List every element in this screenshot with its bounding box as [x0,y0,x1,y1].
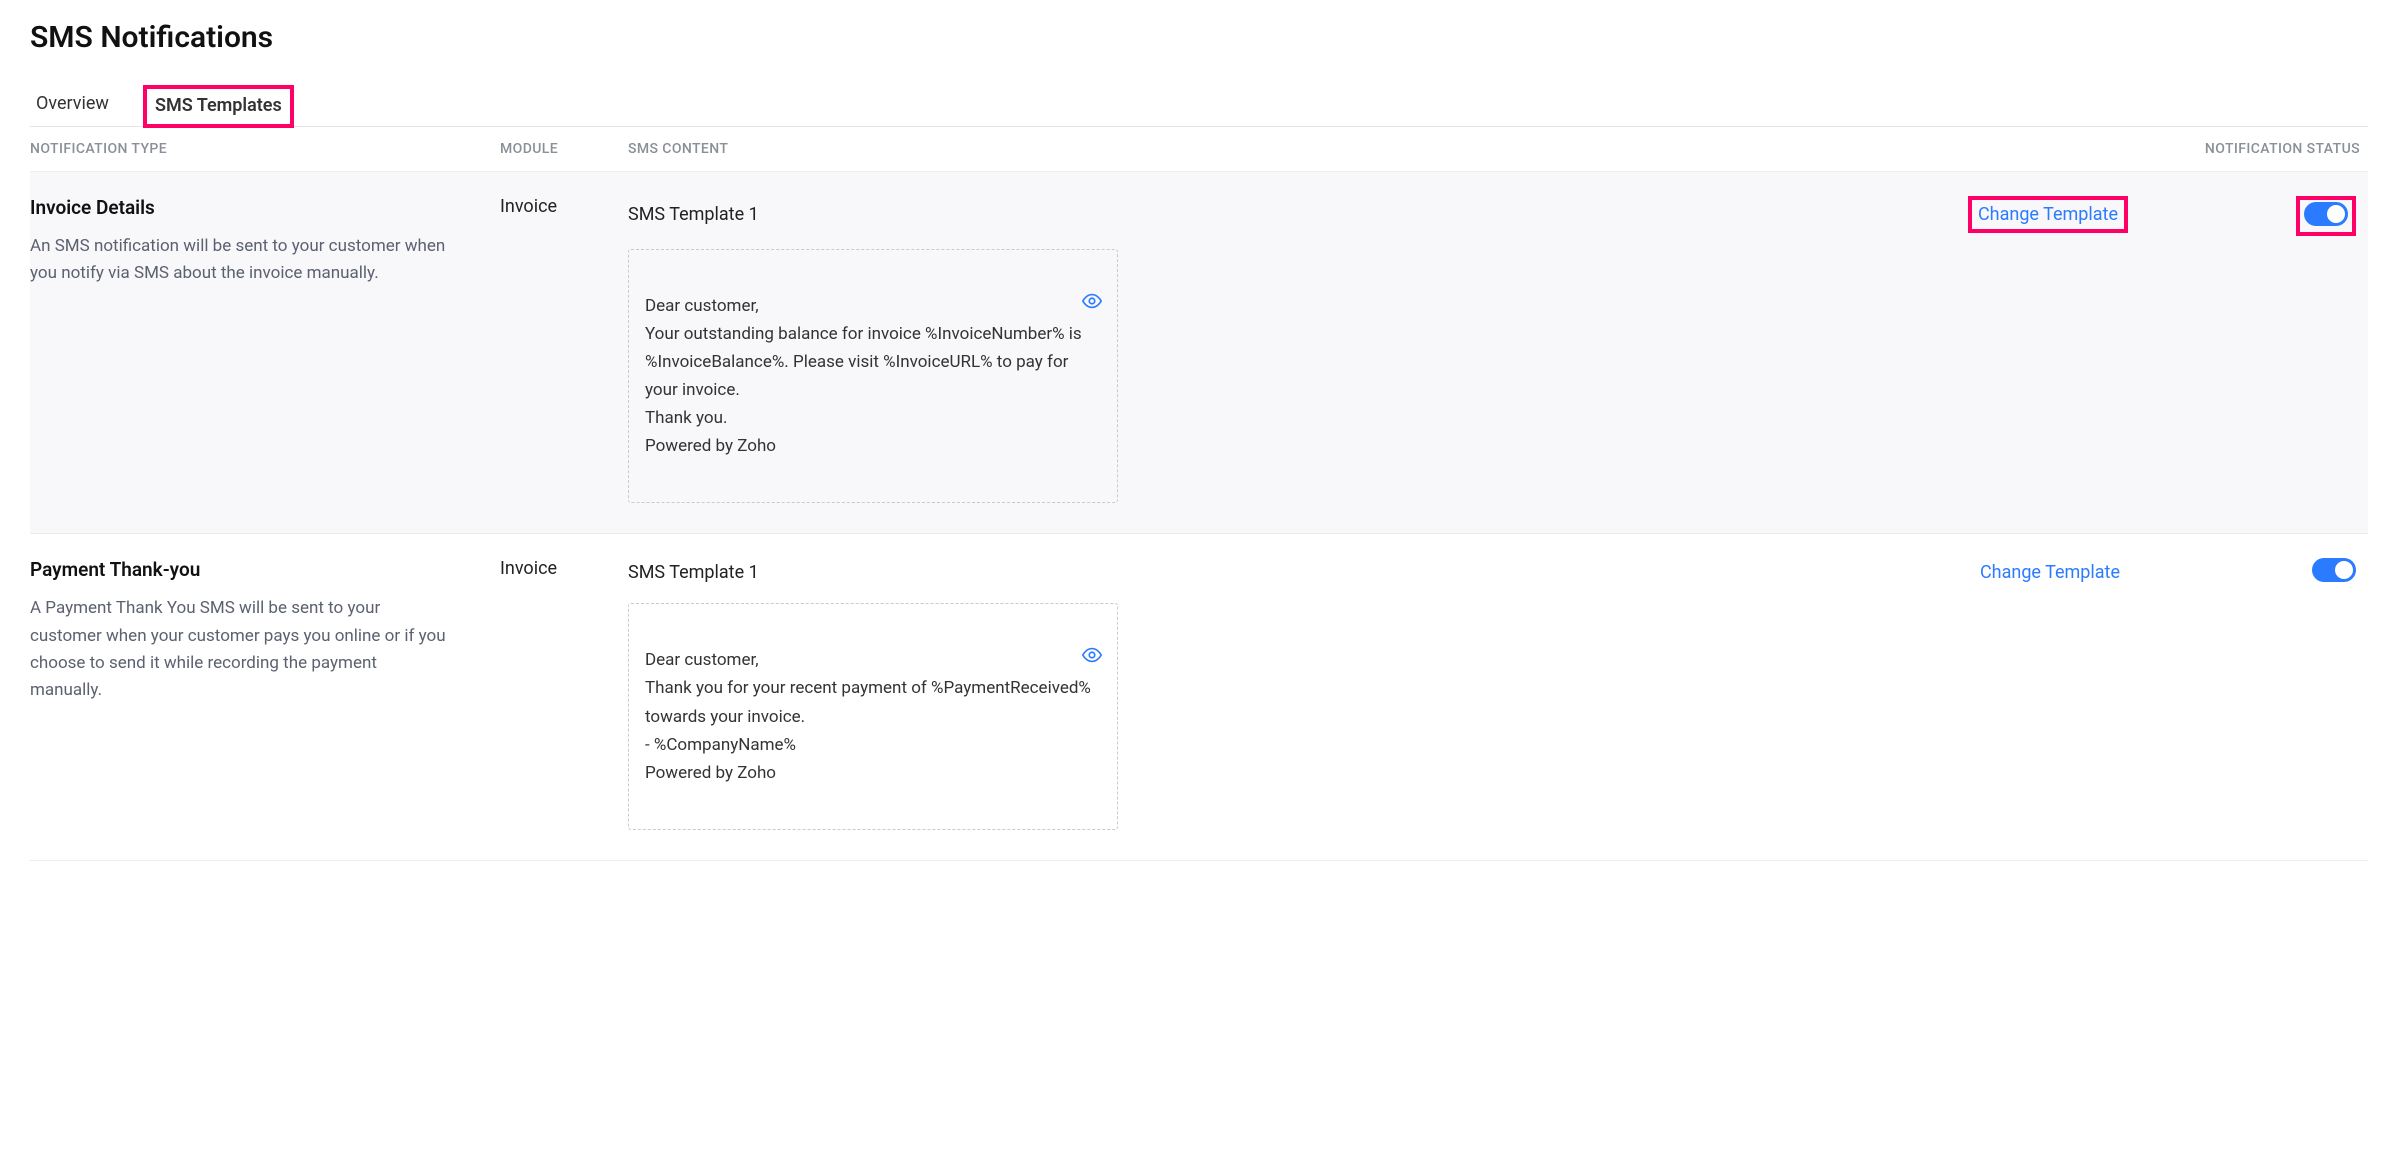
notification-type-cell: Invoice Details An SMS notification will… [30,196,500,503]
preview-icon[interactable] [1081,616,1103,638]
notification-title: Payment Thank-you [30,558,500,581]
template-name: SMS Template 1 [628,204,759,225]
sms-template-body: Dear customer, Your outstanding balance … [628,249,1118,503]
status-cell [2168,196,2368,503]
sms-notifications-page: SMS Notifications Overview SMS Templates… [0,0,2398,901]
sms-body-text: Dear customer, Your outstanding balance … [645,296,1082,456]
module-label: Invoice [500,558,557,579]
notification-description: A Payment Thank You SMS will be sent to … [30,595,500,704]
tab-sms-templates[interactable]: SMS Templates [155,95,282,116]
module-label: Invoice [500,196,557,217]
notification-type-cell: Payment Thank-you A Payment Thank You SM… [30,558,500,829]
header-notification-type: NOTIFICATION TYPE [30,141,500,157]
status-toggle-wrap [2312,558,2356,586]
change-template-link[interactable]: Change Template [1972,558,2128,587]
page-title: SMS Notifications [30,20,2368,55]
tab-overview[interactable]: Overview [30,83,115,126]
sms-body-text: Dear customer, Thank you for your recent… [645,650,1091,782]
table-header: NOTIFICATION TYPE MODULE SMS CONTENT NOT… [30,127,2368,172]
sms-content-cell: SMS Template 1 Change Template Dear cust… [628,196,2168,503]
template-name: SMS Template 1 [628,562,759,583]
status-toggle[interactable] [2312,558,2356,582]
highlight-sms-templates-tab: SMS Templates [143,85,294,128]
sms-template-body: Dear customer, Thank you for your recent… [628,603,1118,829]
header-module: MODULE [500,141,628,157]
status-toggle[interactable] [2304,202,2348,226]
module-cell: Invoice [500,558,628,829]
header-notification-status: NOTIFICATION STATUS [2168,141,2368,157]
notification-description: An SMS notification will be sent to your… [30,233,500,287]
content-header: SMS Template 1 Change Template [628,558,2168,587]
header-sms-content: SMS CONTENT [628,141,2168,157]
content-header: SMS Template 1 Change Template [628,196,2168,233]
status-cell [2168,558,2368,829]
sms-content-cell: SMS Template 1 Change Template Dear cust… [628,558,2168,829]
table-row: Payment Thank-you A Payment Thank You SM… [30,534,2368,860]
preview-icon[interactable] [1081,262,1103,284]
tabs: Overview SMS Templates [30,83,2368,127]
change-template-link[interactable]: Change Template [1968,196,2128,233]
module-cell: Invoice [500,196,628,503]
highlight-status-toggle [2296,196,2356,236]
table-row: Invoice Details An SMS notification will… [30,172,2368,534]
notification-title: Invoice Details [30,196,500,219]
